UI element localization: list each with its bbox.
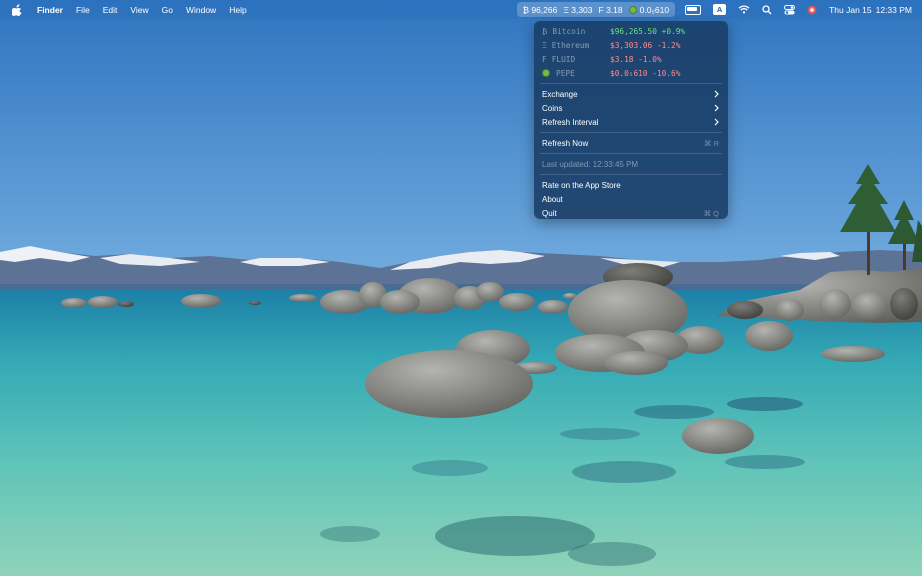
coin-name: Bitcoin	[552, 26, 586, 36]
about-item[interactable]: About	[534, 192, 728, 206]
menu-item-label: Refresh Now	[542, 138, 589, 148]
coin-symbol: Ξ	[542, 40, 547, 50]
coin-change: -10.6%	[652, 68, 681, 78]
coin-name: Ethereum	[551, 40, 590, 50]
menu-help[interactable]: Help	[229, 5, 246, 15]
siri-icon[interactable]	[807, 0, 817, 19]
menu-separator	[540, 132, 722, 133]
last-updated-label: Last updated: 12:33:45 PM	[534, 157, 728, 171]
menu-bar-clock[interactable]: Thu Jan 15 12:33 PM	[829, 5, 912, 15]
clock-time: 12:33 PM	[875, 4, 912, 15]
coin-price: $96,265.50	[610, 26, 657, 36]
chevron-right-icon	[714, 90, 719, 98]
menu-window[interactable]: Window	[186, 5, 216, 15]
refresh-now-item[interactable]: Refresh Now ⌘ R	[534, 136, 728, 150]
battery-icon[interactable]	[685, 0, 702, 19]
coin-name: FLUID	[551, 54, 576, 64]
chevron-right-icon	[714, 118, 719, 126]
ticker-btc: ₿ 96,266	[522, 4, 558, 15]
menu-file[interactable]: File	[76, 5, 90, 15]
menu-app-finder[interactable]: Finder	[37, 5, 63, 15]
menu-item-label: Quit	[542, 208, 557, 218]
ticker-fluid: F 3.18	[598, 4, 623, 15]
menu-separator	[540, 174, 722, 175]
coin-price: $3.18	[610, 54, 634, 64]
clock-date: Thu Jan 15	[829, 4, 872, 15]
ticker-eth: Ξ 3,303	[563, 4, 593, 15]
rate-app-store-item[interactable]: Rate on the App Store	[534, 178, 728, 192]
coin-symbol: F	[542, 54, 547, 64]
submenu-coins[interactable]: Coins	[534, 101, 728, 115]
chevron-right-icon	[714, 104, 719, 112]
coin-price: $3,303.06	[610, 40, 653, 50]
ticker-pepe: 0.0₅610	[639, 4, 670, 15]
coin-symbol: ₿	[542, 26, 548, 36]
wifi-icon[interactable]	[738, 0, 750, 19]
coin-row-pepe[interactable]: PEPE $0.0₅610 -10.6%	[534, 66, 728, 80]
menu-bar: Finder File Edit View Go Window Help ₿ 9…	[0, 0, 922, 19]
menu-separator	[540, 83, 722, 84]
shortcut-label: ⌘ Q	[703, 208, 719, 218]
apple-menu-icon[interactable]	[12, 3, 24, 16]
menu-view[interactable]: View	[130, 5, 148, 15]
coin-change: -1.0%	[638, 54, 662, 64]
desktop-wallpaper	[0, 0, 922, 576]
crypto-ticker-status-item[interactable]: ₿ 96,266 Ξ 3,303 F 3.18 0.0₅610	[516, 2, 676, 17]
menu-go[interactable]: Go	[162, 5, 173, 15]
coin-row-fluid[interactable]: F FLUID $3.18 -1.0%	[534, 52, 728, 66]
submenu-refresh-interval[interactable]: Refresh Interval	[534, 115, 728, 129]
menu-item-label: Refresh Interval	[542, 117, 599, 127]
coin-change: -1.2%	[656, 40, 681, 50]
coin-price: $0.0₅610	[610, 68, 648, 78]
coin-row-ethereum[interactable]: Ξ Ethereum $3,303.06 -1.2%	[534, 38, 728, 52]
menu-edit[interactable]: Edit	[103, 5, 118, 15]
coin-change: +0.9%	[661, 26, 686, 36]
crypto-ticker-dropdown-menu: ₿ Bitcoin $96,265.50 +0.9% Ξ Ethereum $3,3…	[534, 21, 728, 219]
pepe-icon	[542, 69, 550, 77]
last-updated-text: Last updated: 12:33:45 PM	[542, 159, 639, 169]
menu-item-label: Rate on the App Store	[542, 180, 621, 190]
coin-row-bitcoin[interactable]: ₿ Bitcoin $96,265.50 +0.9%	[534, 24, 728, 38]
spotlight-search-icon[interactable]	[762, 0, 772, 19]
menu-item-label: Exchange	[542, 89, 578, 99]
submenu-exchange[interactable]: Exchange	[534, 87, 728, 101]
input-source-icon[interactable]: A	[713, 0, 727, 19]
quit-item[interactable]: Quit ⌘ Q	[534, 206, 728, 220]
coin-name: PEPE	[556, 68, 575, 78]
shortcut-label: ⌘ R	[704, 138, 719, 148]
menu-item-label: About	[542, 194, 563, 204]
menu-separator	[540, 153, 722, 154]
control-center-icon[interactable]	[784, 0, 796, 19]
menu-item-label: Coins	[542, 103, 563, 113]
pepe-icon	[628, 5, 637, 14]
